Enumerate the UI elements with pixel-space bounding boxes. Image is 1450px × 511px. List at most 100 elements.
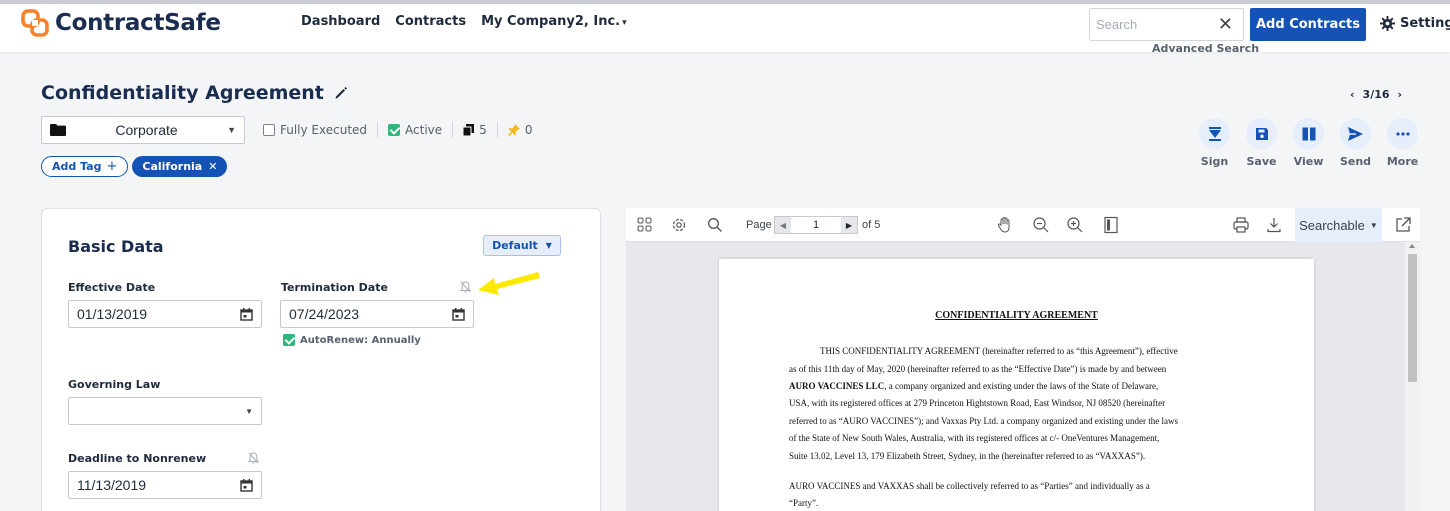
document-line: THIS CONFIDENTIALITY AGREEMENT (hereinaf… [820,346,1178,356]
termination-date-label: Termination Date [281,281,388,294]
send-icon [1348,126,1363,141]
active-checkbox[interactable] [388,124,401,136]
autorenew-checkbox[interactable] [283,334,295,346]
page-title: Confidentiality Agreement [41,82,348,104]
previous-page-icon[interactable]: ◀ [775,217,791,233]
governing-law-label: Governing Law [68,378,161,391]
governing-law-select[interactable]: ▼ [68,397,262,425]
tag-list: Add Tag + California ✕ [41,156,228,177]
effective-date-value: 01/13/2019 [77,306,148,322]
document-line-rest: , a company organized and existing under… [884,381,1159,391]
party-name: AURO VACCINES LLC [789,381,885,391]
folder-select[interactable]: Corporate ▼ [41,116,245,144]
save-button-circle [1246,118,1277,149]
view-icon [1302,127,1315,140]
termination-date-field[interactable]: 07/24/2023 [280,300,474,328]
files-count[interactable]: 5 [452,122,497,138]
view-button-circle [1293,118,1324,149]
send-button-circle [1340,118,1371,149]
contract-pager: ‹ 3/16 › [1350,88,1402,101]
pager-position: 3/16 [1362,88,1390,101]
autorenew-toggle[interactable]: AutoRenew: Annually [283,334,421,346]
advanced-search-link[interactable]: Advanced Search [1152,42,1259,55]
files-icon [463,124,475,136]
next-contract-icon[interactable]: › [1398,88,1403,101]
add-contracts-button[interactable]: Add Contracts [1250,8,1366,41]
current-page-value: 1 [812,219,820,231]
nav-contracts[interactable]: Contracts [395,14,466,29]
document-line: AURO VACCINES LLC, a company organized a… [789,381,1158,392]
document-scrollbar[interactable] [1405,242,1420,511]
document-page: CONFIDENTIALITY AGREEMENT THIS CONFIDENT… [719,259,1314,511]
calendar-icon[interactable] [240,478,253,492]
calendar-icon[interactable] [452,307,465,321]
view-button[interactable]: View [1293,118,1324,168]
more-button[interactable]: More [1387,118,1418,168]
settings-menu[interactable]: Settings [1380,16,1450,31]
zoom-out-icon[interactable] [1032,216,1050,234]
contract-title: Confidentiality Agreement [41,82,324,104]
contractsafe-logo-icon [21,9,49,37]
searchable-label: Searchable [1299,217,1365,233]
thumbnails-icon[interactable] [636,216,654,234]
next-page-icon[interactable]: ▶ [841,217,857,233]
add-tag-button[interactable]: Add Tag + [41,156,129,177]
basic-data-title: Basic Data [68,237,164,256]
view-label: View [1293,155,1324,168]
viewer-settings-icon[interactable] [670,216,688,234]
deadline-nonrenew-field[interactable]: 11/13/2019 [68,471,262,499]
print-icon[interactable] [1232,216,1250,234]
page-fit-icon[interactable] [1102,216,1120,234]
remove-tag-icon[interactable]: ✕ [208,160,217,173]
pencil-edit-icon[interactable] [334,86,348,100]
nav-dashboard[interactable]: Dashboard [301,14,380,29]
scrollbar-thumb[interactable] [1408,254,1417,382]
open-external-icon[interactable] [1394,216,1412,234]
pan-hand-icon[interactable] [996,216,1014,234]
fully-executed-checkbox[interactable] [263,124,275,136]
deadline-nonrenew-label: Deadline to Nonrenew [68,452,207,465]
folder-name: Corporate [115,122,178,138]
sign-button[interactable]: Sign [1199,118,1230,168]
bell-off-icon[interactable] [248,452,259,464]
view-select-dropdown[interactable]: Default ▼ [483,235,561,256]
effective-date-field[interactable]: 01/13/2019 [68,300,262,328]
nav-company-dropdown[interactable]: My Company2, Inc. ▾ [481,14,627,29]
search-input[interactable] [1090,9,1210,40]
clear-search-icon[interactable]: ✕ [1218,14,1233,34]
settings-label: Settings [1400,16,1450,31]
zoom-in-icon[interactable] [1066,216,1084,234]
calendar-icon[interactable] [240,307,253,321]
sign-icon [1208,126,1221,141]
active-toggle[interactable]: Active [377,122,452,138]
save-button[interactable]: Save [1246,118,1277,168]
document-heading: CONFIDENTIALITY AGREEMENT [935,310,1098,321]
company-name: My Company2, Inc. [481,14,621,29]
send-label: Send [1339,155,1372,168]
bell-off-icon[interactable] [460,281,471,293]
pin-icon [507,124,520,136]
contract-actions: Sign Save View Send More [1199,118,1418,168]
pins-count[interactable]: 0 [496,122,543,138]
download-icon[interactable] [1265,216,1283,234]
send-button[interactable]: Send [1340,118,1371,168]
document-line: as of this 11th day of May, 2020 (herein… [789,364,1167,374]
page-number-input[interactable]: ◀ 1 ▶ [774,216,858,234]
scroll-up-icon[interactable] [1409,244,1415,248]
caret-down-icon: ▾ [622,18,627,28]
tag-chip[interactable]: California ✕ [132,156,228,177]
sign-label: Sign [1200,155,1229,168]
search-box: ✕ [1089,8,1244,41]
document-line: USA, with its registered offices at 279 … [789,398,1166,408]
document-line: “Party”. [789,498,819,508]
more-button-circle [1387,118,1418,149]
fully-executed-toggle[interactable]: Fully Executed [263,122,377,138]
caret-down-icon: ▼ [545,241,552,250]
page-total: of 5 [862,219,881,231]
previous-contract-icon[interactable]: ‹ [1350,88,1355,101]
document-viewer-toolbar: Page ◀ 1 ▶ of 5 Searchable ▼ [626,208,1420,242]
brand-logo[interactable]: ContractSafe [20,8,221,38]
tag-label: California [142,160,203,173]
searchable-dropdown[interactable]: Searchable ▼ [1295,208,1382,242]
search-icon[interactable] [706,216,724,234]
